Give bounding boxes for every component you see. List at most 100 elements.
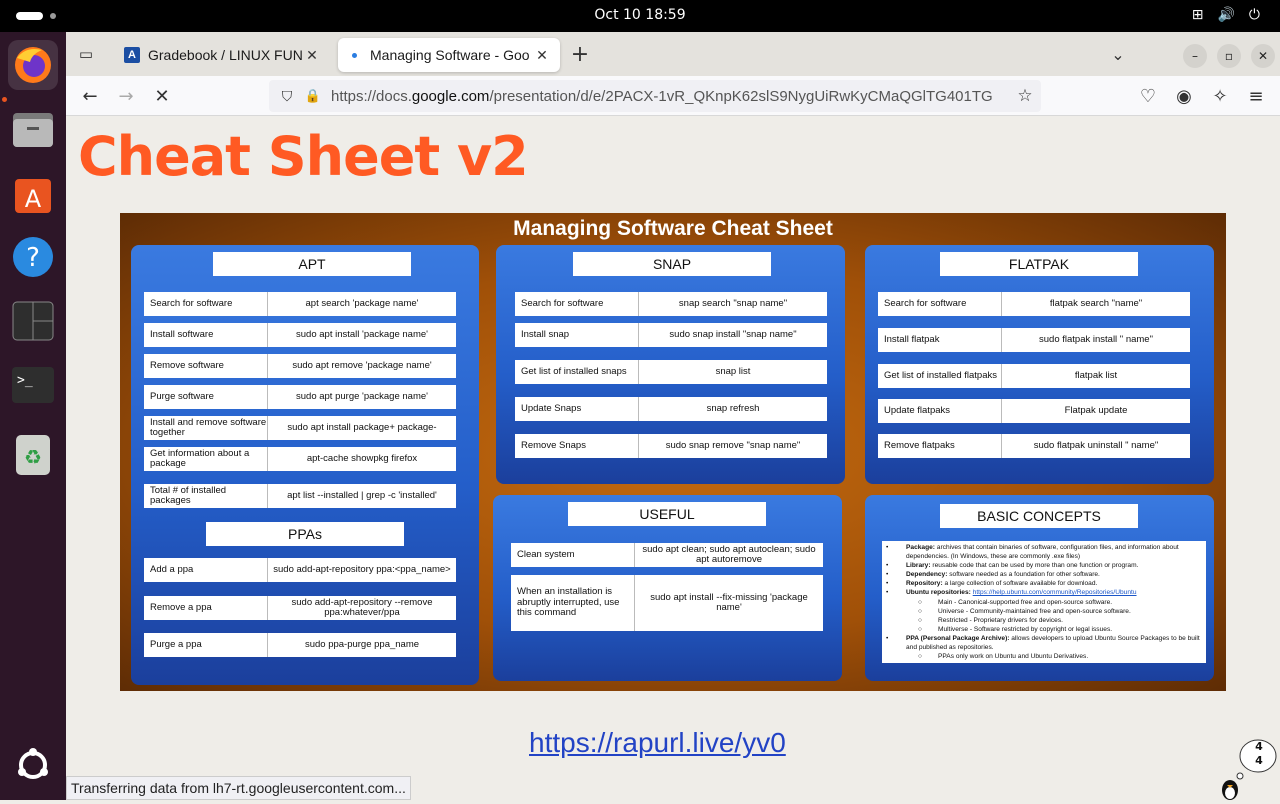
row-command: snap search "snap name"	[678, 297, 788, 309]
row-command: flatpak list	[1074, 369, 1118, 381]
cheat-sheet-image: Managing Software Cheat Sheet APT Search…	[120, 213, 1226, 691]
canvas-favicon-icon: A	[124, 47, 140, 63]
terminal-icon[interactable]: >_	[8, 360, 58, 410]
list-item: ○ Restricted - Proprietary drivers for de…	[918, 616, 1063, 624]
cheat-sheet-title: Managing Software Cheat Sheet	[513, 217, 833, 240]
list-item: • Package: archives that contain binaries…	[886, 544, 1179, 561]
pocket-icon[interactable]: ♡	[1136, 84, 1160, 108]
table-row: Remove Snaps sudo snap remove "snap name"	[515, 434, 827, 458]
short-link[interactable]: https://rapurl.live/yv0	[529, 727, 786, 759]
list-item: ○ Universe - Community-maintained free an…	[918, 607, 1131, 615]
row-command: snap refresh	[706, 402, 760, 414]
row-command: sudo apt install package+ package-	[287, 421, 437, 433]
row-label: Update flatpaks	[878, 399, 1002, 423]
row-command: sudo apt remove 'package name'	[292, 359, 432, 371]
tab-overview-icon[interactable]: ▭	[74, 42, 98, 66]
row-command: sudo apt clean; sudo apt autoclean; sudo…	[642, 543, 816, 565]
row-label: Search for software	[515, 292, 639, 316]
mascot-badge[interactable]: 4 4	[1210, 736, 1280, 800]
network-icon[interactable]: ⊞	[1192, 7, 1204, 23]
table-row: Install and remove software together sudo…	[144, 416, 456, 440]
trash-icon[interactable]: ♻	[8, 430, 58, 480]
tracking-shield-icon[interactable]: ⛉	[275, 84, 299, 108]
bookmark-star-icon[interactable]: ☆	[1013, 84, 1037, 108]
apt-panel: APT Search for software apt search 'packa…	[131, 245, 479, 685]
row-label: Install snap	[515, 323, 639, 347]
svg-text:A: A	[25, 185, 42, 213]
list-item: • Library: reusable code that can be used…	[886, 562, 1139, 570]
volume-icon[interactable]: 🔊	[1217, 7, 1234, 23]
status-bar: Transferring data from lh7-rt.googleuser…	[66, 776, 411, 800]
list-item: ○ Multiverse - Software restricted by cop…	[918, 625, 1113, 633]
dock: A ? >_ ♻	[0, 32, 66, 800]
list-item: • Ubuntu repositories: https://help.ubunt…	[886, 589, 1137, 597]
url-host: google.com	[411, 87, 490, 105]
row-command: apt-cache showpkg firefox	[306, 452, 418, 464]
snap-header: SNAP	[573, 252, 771, 276]
row-label: Install flatpak	[878, 328, 1002, 352]
url-text[interactable]: https://docs.google.com/presentation/d/e…	[331, 88, 1011, 105]
row-command: sudo snap remove "snap name"	[665, 439, 801, 451]
table-row: Get list of installed flatpaks flatpak li…	[878, 364, 1190, 388]
repositories-link[interactable]: https://help.ubuntu.com/community/Reposi…	[973, 589, 1137, 596]
files-icon[interactable]	[8, 104, 58, 154]
table-row: Search for software snap search "snap nam…	[515, 292, 827, 316]
concepts-list: • Package: archives that contain binaries…	[882, 541, 1206, 664]
term: PPA (Personal Package Archive):	[906, 634, 1010, 642]
close-window-icon[interactable]: ✕	[1251, 44, 1275, 68]
apt-header: APT	[213, 252, 411, 276]
extensions-icon[interactable]: ✧	[1208, 84, 1232, 108]
row-command: sudo apt purge 'package name'	[296, 390, 428, 402]
close-tab-icon[interactable]: ✕	[532, 47, 552, 64]
tab-gradebook[interactable]: A Gradebook / LINUX FUND ✕	[116, 38, 330, 72]
list-item: • Dependency: software needed as a founda…	[886, 571, 1100, 579]
row-label: Total # of installed packages	[144, 484, 268, 508]
definition: reusable code that can be used by more t…	[930, 562, 1139, 570]
firefox-icon[interactable]	[8, 40, 58, 90]
close-tab-icon[interactable]: ✕	[302, 47, 322, 64]
term: Library:	[906, 562, 931, 570]
url-bar[interactable]: ⛉ 🔒 https://docs.google.com/presentation…	[269, 80, 1041, 112]
help-icon[interactable]: ?	[8, 232, 58, 282]
table-row: Remove flatpaks sudo flatpak uninstall " …	[878, 434, 1190, 458]
minimize-icon[interactable]: –	[1183, 44, 1207, 68]
snap-panel: SNAP Search for software snap search "sna…	[496, 245, 845, 484]
list-item: ○ Main - Canonical-supported free and ope…	[918, 598, 1113, 606]
app-center-icon[interactable]: A	[8, 168, 58, 218]
table-row: Remove software sudo apt remove 'package …	[144, 354, 456, 378]
list-item: • PPA (Personal Package Archive): allows …	[886, 634, 1200, 652]
maximize-icon[interactable]: ▫	[1217, 44, 1241, 68]
basic-concepts-header: BASIC CONCEPTS	[940, 504, 1138, 528]
menu-icon[interactable]: ≡	[1244, 84, 1268, 108]
term: Package:	[906, 544, 935, 551]
table-row: Search for software apt search 'package n…	[144, 292, 456, 316]
row-label: Remove flatpaks	[878, 434, 1002, 458]
tab-managing-software[interactable]: Managing Software - Goo ✕	[338, 38, 560, 72]
lock-icon[interactable]: 🔒	[301, 84, 325, 108]
running-indicator	[2, 97, 7, 102]
row-label: Remove Snaps	[515, 434, 639, 458]
subitem-text: Multiverse - Software restricted by copy…	[938, 625, 1113, 633]
term: Ubuntu repositories:	[906, 589, 971, 597]
new-tab-icon[interactable]: +	[568, 42, 592, 67]
ppas-header: PPAs	[206, 522, 404, 546]
account-icon[interactable]: ◉	[1172, 84, 1196, 108]
forward-icon[interactable]: →	[114, 84, 138, 108]
back-icon[interactable]: ←	[78, 84, 102, 108]
row-label: Remove software	[144, 354, 268, 378]
row-command: snap list	[715, 365, 751, 377]
row-command: sudo apt install 'package name'	[296, 328, 428, 340]
power-icon[interactable]: ⏻	[1249, 7, 1260, 23]
svg-text:♻: ♻	[24, 445, 42, 469]
term: Dependency:	[906, 571, 948, 579]
table-row: Update flatpaks Flatpak update	[878, 399, 1190, 423]
stop-loading-icon[interactable]: ✕	[150, 84, 174, 108]
browser-nav-bar: ← → ✕ ⛉ 🔒 https://docs.google.com/presen…	[66, 76, 1280, 116]
terminal-split-icon[interactable]	[8, 296, 58, 346]
tab-list-chevron-icon[interactable]: ⌄	[1106, 42, 1130, 66]
row-label: Search for software	[144, 292, 268, 316]
system-tray[interactable]: ⊞ 🔊 ⏻	[1192, 7, 1260, 23]
ubuntu-grid-icon[interactable]	[8, 740, 58, 790]
clock[interactable]: Oct 10 18:59	[0, 7, 1280, 23]
row-label: Update Snaps	[515, 397, 639, 421]
